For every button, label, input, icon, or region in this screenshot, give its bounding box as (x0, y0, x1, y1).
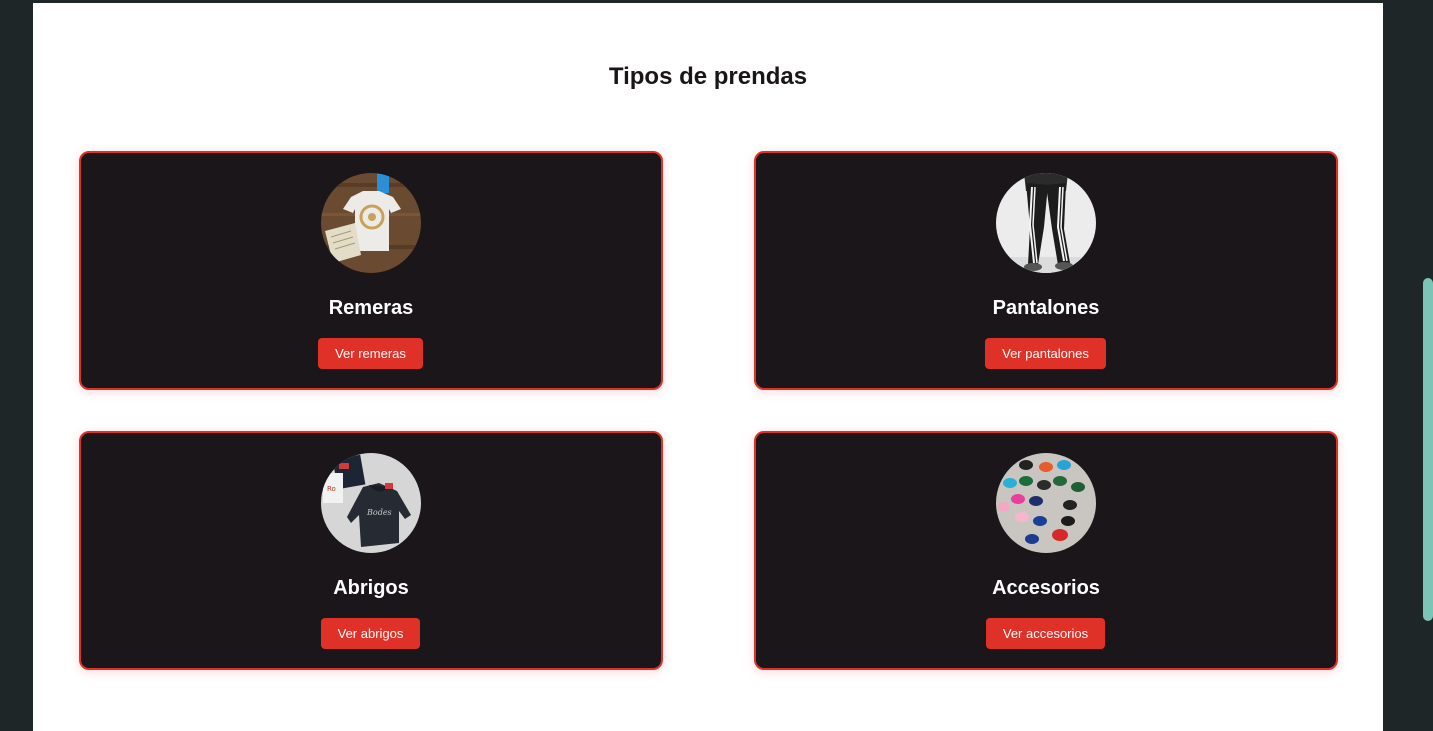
ver-accesorios-button[interactable]: Ver accesorios (986, 618, 1105, 649)
remeras-image (321, 173, 421, 273)
accesorios-image (996, 453, 1096, 553)
svg-text:Bodes: Bodes (366, 508, 392, 517)
svg-text:Ro: Ro (327, 485, 336, 493)
ver-remeras-button[interactable]: Ver remeras (318, 338, 423, 369)
category-title: Pantalones (992, 297, 1100, 319)
category-card-accesorios: Accesorios Ver accesorios (754, 431, 1338, 670)
category-title: Abrigos (333, 577, 409, 599)
pantalones-image (996, 173, 1096, 273)
ver-pantalones-button[interactable]: Ver pantalones (985, 338, 1106, 369)
category-title: Accesorios (992, 577, 1100, 599)
category-card-pantalones: Pantalones Ver pantalones (754, 151, 1338, 390)
ver-abrigos-button[interactable]: Ver abrigos (321, 618, 420, 649)
category-card-remeras: Remeras Ver remeras (79, 151, 663, 390)
section-title: Tipos de prendas (608, 63, 808, 90)
abrigos-image: Ro Bodes (321, 453, 421, 553)
scrollbar-thumb[interactable] (1423, 278, 1433, 621)
page-container: Tipos de prendas Remeras Ver remeras Pan… (33, 3, 1383, 731)
category-card-abrigos: Ro Bodes Abrigos Ver abrigos (79, 431, 663, 670)
category-title: Remeras (328, 297, 414, 319)
